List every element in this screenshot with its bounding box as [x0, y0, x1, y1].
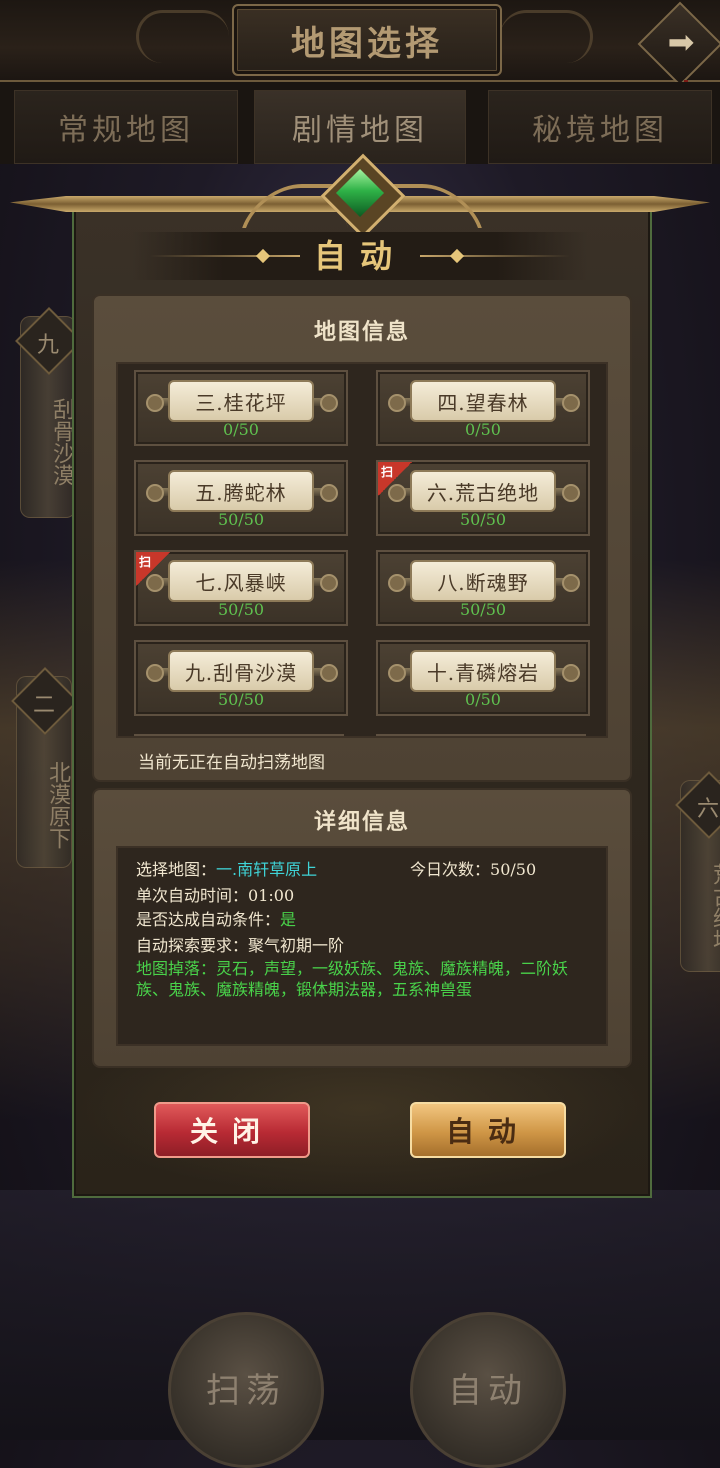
auto-button[interactable]: 自动	[410, 1102, 566, 1158]
map-name: 四.望春林	[410, 380, 556, 422]
marker-name: 荒古绝地	[709, 863, 720, 951]
page-title: 地图选择	[291, 23, 443, 64]
sweep-tag: 扫	[378, 462, 412, 496]
map-card[interactable]: 五.腾蛇林 50/50	[134, 460, 348, 536]
side-map-marker-9[interactable]: 九 刮骨沙漠	[15, 307, 83, 518]
scroll-knob	[562, 664, 580, 682]
scroll-knob	[320, 574, 338, 592]
auto-round-label: 自动	[448, 1371, 528, 1411]
drops-label: 地图掉落：	[136, 959, 217, 978]
map-count: 50/50	[217, 600, 265, 619]
marker-number: 二	[32, 693, 55, 718]
scroll-knob	[146, 664, 164, 682]
daily-count-label: 今日次数：	[410, 860, 491, 879]
sweep-round-button[interactable]: 扫荡	[168, 1312, 324, 1468]
scroll-knob	[146, 394, 164, 412]
map-card[interactable]: 三.桂花坪 0/50	[134, 370, 348, 446]
map-name: 十.青磷熔岩	[410, 650, 556, 692]
scroll-knob	[562, 484, 580, 502]
scroll-knob	[388, 664, 406, 682]
drops-row: 地图掉落：灵石，声望，一级妖族、鬼族、魔族精魄，二阶妖族、鬼族、魔族精魄，锻体期…	[136, 958, 586, 1000]
condition-value: 是	[280, 910, 297, 929]
scroll-knob	[388, 574, 406, 592]
auto-time-value: 01:00	[248, 886, 295, 905]
map-name: 七.风暴峡	[168, 560, 314, 602]
tab-regular-map[interactable]: 常规地图	[14, 90, 238, 164]
marker-number: 九	[36, 333, 59, 358]
map-grid[interactable]: 三.桂花坪 0/50 四.望春林 0/50 五.腾蛇林 50/50 六.荒古绝地…	[116, 362, 608, 738]
scroll-knob	[388, 394, 406, 412]
map-count: 50/50	[459, 600, 507, 619]
side-map-marker-2[interactable]: 二 北漠原下	[11, 667, 79, 868]
auto-round-button[interactable]: 自动	[410, 1312, 566, 1468]
daily-count-value: 50/50	[490, 860, 537, 879]
scroll-knob	[320, 484, 338, 502]
map-name: 五.腾蛇林	[168, 470, 314, 512]
daily-count-row: 今日次数：50/50	[410, 856, 536, 880]
tab-story-map[interactable]: 剧情地图	[254, 90, 466, 164]
map-card[interactable]: 九.刮骨沙漠 50/50	[134, 640, 348, 716]
marker-number: 六	[696, 797, 719, 822]
header-ornament-right	[500, 10, 593, 63]
arrow-right-icon[interactable]: ➡	[656, 22, 706, 62]
current-status-text: 当前无正在自动扫荡地图	[138, 753, 325, 773]
side-map-marker-6[interactable]: 六 荒古绝地	[675, 771, 720, 972]
dialog-title: 自动	[313, 237, 406, 275]
map-name: 三.桂花坪	[168, 380, 314, 422]
sweep-tag-text: 扫	[381, 465, 394, 479]
map-count: 0/50	[465, 690, 501, 709]
marker-name: 北漠原下	[45, 761, 70, 849]
selected-map-label: 选择地图：	[136, 860, 217, 879]
map-card[interactable]: 四.望春林 0/50	[376, 370, 590, 446]
map-name: 九.刮骨沙漠	[168, 650, 314, 692]
map-card[interactable]: 七.风暴峡 50/50 扫	[134, 550, 348, 626]
condition-row: 是否达成自动条件：是	[136, 906, 296, 930]
marker-name: 刮骨沙漠	[49, 398, 74, 486]
map-count: 50/50	[459, 510, 507, 529]
scroll-knob	[320, 394, 338, 412]
map-tabs: 常规地图 剧情地图 秘境地图	[0, 82, 720, 164]
background-lower	[0, 1190, 720, 1440]
auto-time-label: 单次自动时间：	[136, 886, 249, 905]
header-ornament-left	[136, 10, 229, 63]
sweep-tag: 扫	[136, 552, 170, 586]
map-count: 0/50	[223, 420, 259, 439]
selected-map-value: 一.南轩草原上	[216, 860, 318, 879]
title-plate: 地图选择	[232, 4, 502, 76]
map-count: 50/50	[217, 690, 265, 709]
auto-time-row: 单次自动时间：01:00	[136, 882, 294, 906]
map-info-title: 地图信息	[313, 319, 410, 345]
map-card[interactable]: 十.青磷熔岩 0/50	[376, 640, 590, 716]
detail-title: 详细信息	[313, 809, 410, 835]
map-name: 八.断魂野	[410, 560, 556, 602]
map-card[interactable]: 八.断魂野 50/50	[376, 550, 590, 626]
close-button[interactable]: 关闭	[154, 1102, 310, 1158]
map-count: 0/50	[465, 420, 501, 439]
sweep-tag-text: 扫	[139, 555, 152, 569]
scroll-knob	[562, 574, 580, 592]
scroll-knob	[320, 664, 338, 682]
map-card-partial	[134, 734, 344, 736]
sweep-round-label: 扫荡	[206, 1371, 286, 1411]
map-card-partial	[376, 734, 586, 736]
requirement-row: 自动探索要求：聚气初期一阶	[136, 932, 344, 956]
condition-label: 是否达成自动条件：	[136, 910, 281, 929]
map-name: 六.荒古绝地	[410, 470, 556, 512]
map-count: 50/50	[217, 510, 265, 529]
scroll-knob	[562, 394, 580, 412]
map-card[interactable]: 六.荒古绝地 50/50 扫	[376, 460, 590, 536]
scroll-knob	[146, 484, 164, 502]
requirement-label: 自动探索要求：	[136, 936, 249, 955]
selected-map-row: 选择地图：一.南轩草原上	[136, 856, 317, 880]
tab-secret-map[interactable]: 秘境地图	[488, 90, 712, 164]
requirement-value: 聚气初期一阶	[248, 936, 345, 955]
